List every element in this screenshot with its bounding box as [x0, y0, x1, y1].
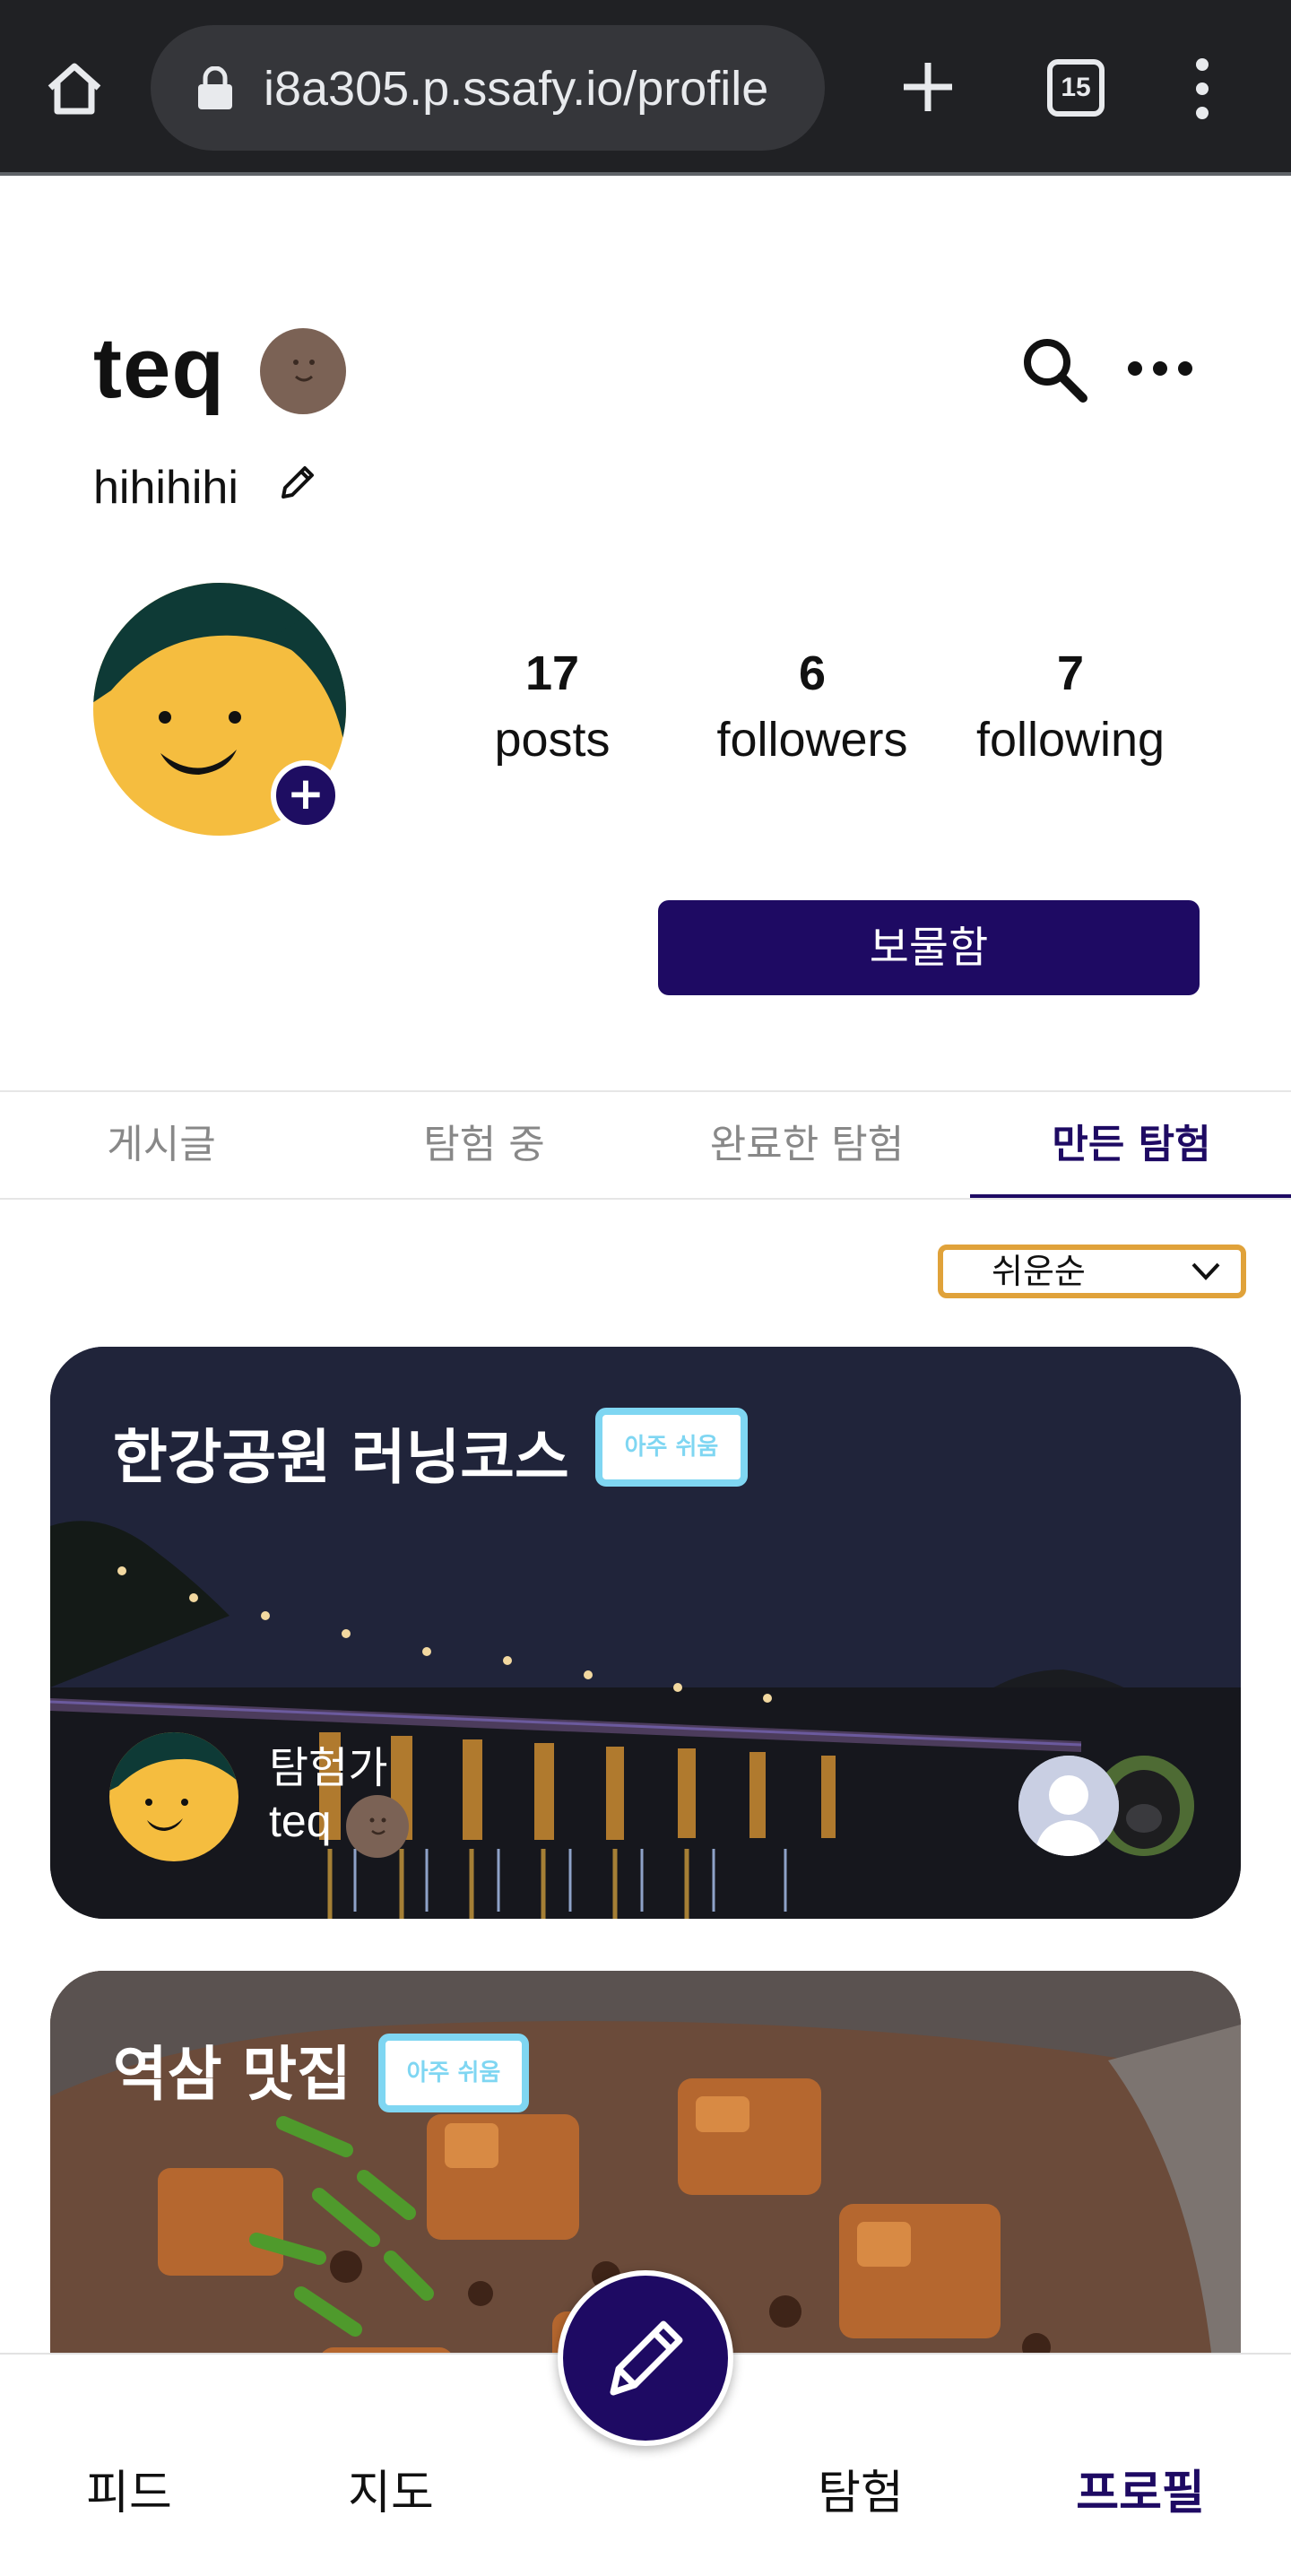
pencil-icon[interactable]: [274, 461, 319, 506]
stat-following[interactable]: 7 following: [936, 646, 1205, 768]
quest-title: 한강공원 러닝코스: [113, 1423, 569, 1492]
browser-menu-icon[interactable]: [1189, 57, 1216, 120]
quest-title: 역삼 맛집: [113, 2040, 351, 2109]
browser-toolbar: i8a305.p.ssafy.io/profile 15: [0, 0, 1291, 176]
smiley-face-icon: [346, 1795, 409, 1858]
explorer-label: 탐험가: [269, 1743, 388, 1793]
url-text: i8a305.p.ssafy.io/profile: [264, 62, 769, 116]
profile-tabs: 게시글 탐험 중 완료한 탐험 만든 탐험: [0, 1090, 1291, 1200]
treasure-box-button[interactable]: 보물함: [658, 900, 1200, 995]
stat-posts-label: posts: [494, 713, 611, 767]
sort-selected-label: 쉬운순: [992, 1252, 1086, 1291]
new-tab-icon[interactable]: [900, 59, 956, 115]
stat-followers-label: followers: [716, 713, 908, 767]
explorer-avatar: [109, 1732, 238, 1861]
stat-following-label: following: [975, 713, 1165, 767]
difficulty-badge: 아주 쉬움: [378, 2034, 529, 2112]
explorer-name: teq: [269, 1796, 332, 1846]
sort-dropdown[interactable]: 쉬운순: [938, 1245, 1246, 1298]
tab-exploring[interactable]: 탐험 중: [323, 1092, 646, 1198]
search-icon[interactable]: [1018, 334, 1090, 405]
profile-username: teq: [93, 320, 225, 416]
smiley-face-icon: [260, 328, 346, 414]
profile-bio: hihihihi: [93, 462, 238, 514]
stat-posts[interactable]: 17 posts: [418, 646, 687, 768]
address-bar[interactable]: i8a305.p.ssafy.io/profile: [151, 25, 825, 151]
tab-posts[interactable]: 게시글: [0, 1092, 323, 1198]
chevron-down-icon: [1191, 1262, 1220, 1280]
nav-explore[interactable]: 탐험: [753, 2455, 968, 2522]
stat-posts-value: 17: [524, 646, 580, 700]
add-avatar-button[interactable]: +: [271, 760, 341, 830]
nav-map[interactable]: 지도: [283, 2455, 498, 2522]
nav-profile[interactable]: 프로필: [1033, 2455, 1248, 2522]
tab-completed[interactable]: 완료한 탐험: [646, 1092, 968, 1198]
stat-following-value: 7: [1056, 646, 1085, 700]
stat-followers-value: 6: [798, 646, 827, 700]
write-post-button[interactable]: [558, 2270, 733, 2446]
default-user-icon: [1018, 1756, 1119, 1856]
difficulty-badge: 아주 쉬움: [595, 1408, 748, 1487]
tab-switcher-button[interactable]: 15: [1047, 59, 1105, 117]
lock-icon: [198, 66, 232, 109]
home-icon[interactable]: [43, 57, 106, 120]
stat-followers[interactable]: 6 followers: [678, 646, 947, 768]
tab-created[interactable]: 만든 탐험: [970, 1092, 1291, 1198]
pencil-icon: [610, 2320, 683, 2396]
participant-avatar: [1018, 1756, 1119, 1856]
nav-feed[interactable]: 피드: [22, 2455, 237, 2522]
quest-card[interactable]: 한강공원 러닝코스 아주 쉬움 탐험가 teq: [50, 1347, 1241, 1919]
more-options-icon[interactable]: [1126, 355, 1194, 382]
